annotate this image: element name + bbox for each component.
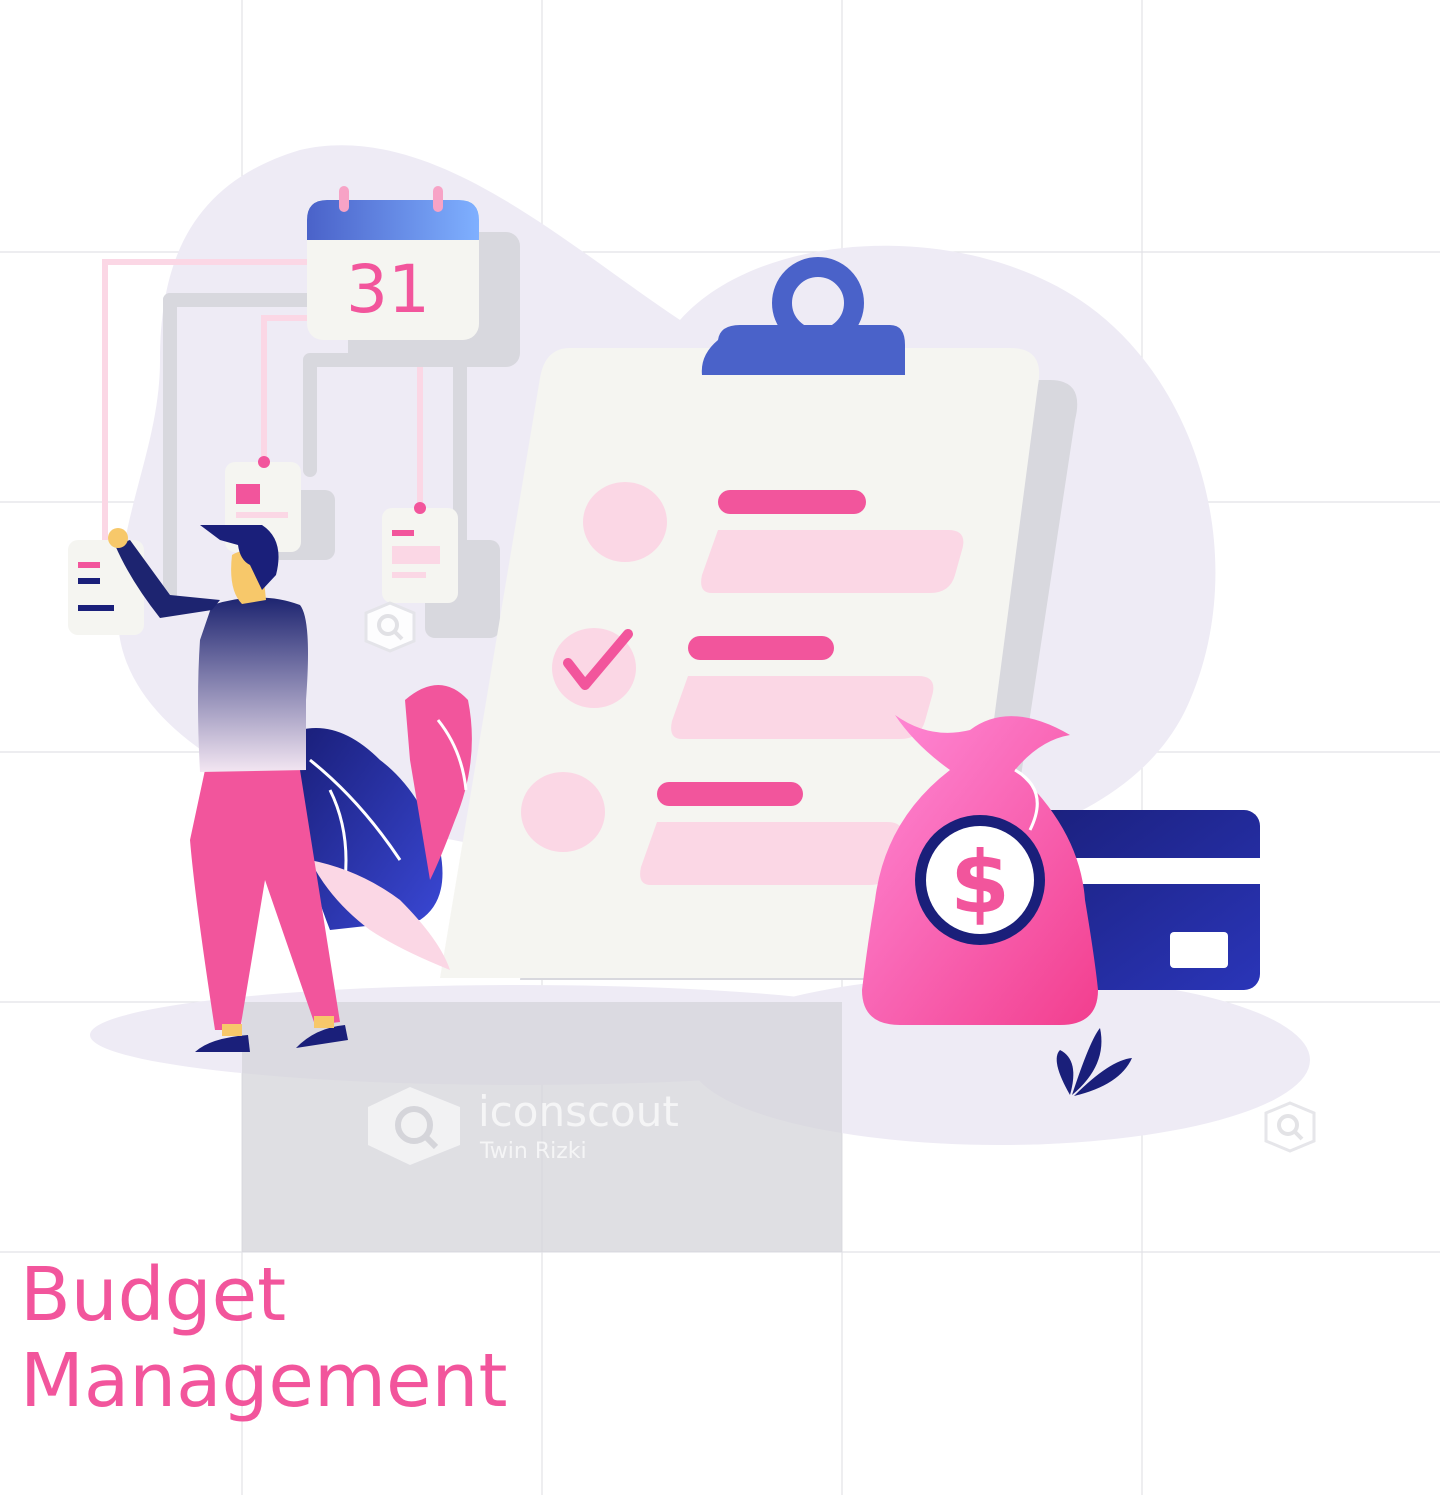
search-marker-icon <box>364 601 416 653</box>
dollar-sign-icon: $ <box>950 833 1010 933</box>
watermark-brand: iconscout <box>478 1087 679 1136</box>
title-line-2: Management <box>20 1338 508 1424</box>
calendar-day: 31 <box>346 251 430 328</box>
search-marker-icon <box>1264 1101 1316 1153</box>
title-line-1: Budget <box>20 1252 287 1338</box>
note-card-right <box>382 502 458 603</box>
page-title: Budget Management <box>20 1252 507 1424</box>
calendar-icon: 31 <box>307 186 479 340</box>
watermark-author: Twin Rizki <box>479 1139 587 1164</box>
